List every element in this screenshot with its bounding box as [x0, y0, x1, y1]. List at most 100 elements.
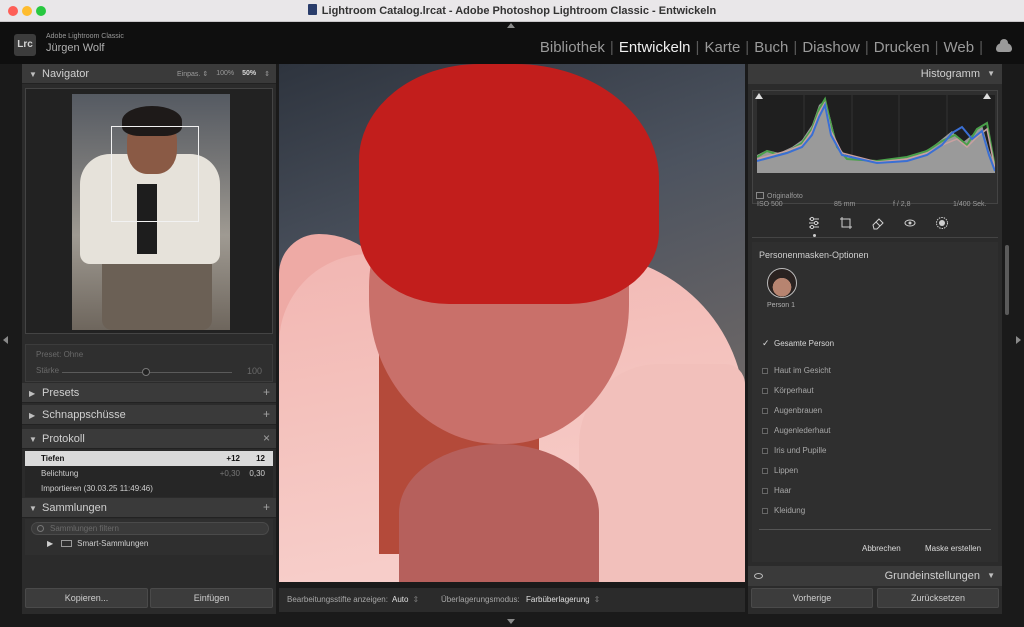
copy-button[interactable]: Kopieren...	[25, 588, 148, 608]
eye-icon[interactable]	[754, 573, 763, 579]
checkbox[interactable]	[762, 448, 768, 454]
active-tool-indicator-icon	[813, 234, 816, 237]
checkbox[interactable]	[762, 508, 768, 514]
document-icon	[307, 4, 317, 15]
triangle-down-icon: ▼	[987, 69, 995, 78]
module-bibliothek[interactable]: Bibliothek	[538, 39, 607, 56]
thumb-pants	[102, 254, 212, 330]
checkbox[interactable]	[762, 368, 768, 374]
original-photo-toggle[interactable]: Originalfoto	[756, 192, 803, 200]
module-drucken[interactable]: Drucken	[872, 39, 932, 56]
mask-divider	[759, 529, 991, 530]
basic-settings-header[interactable]: Grundeinstellungen ▼	[748, 566, 1002, 586]
module-web[interactable]: Web	[942, 39, 977, 56]
mask-option-eyebrows[interactable]: Augenbrauen	[762, 406, 822, 415]
mask-option-sclera[interactable]: Augenlederhaut	[762, 426, 831, 435]
module-karte[interactable]: Karte	[702, 39, 742, 56]
mask-option-body-skin[interactable]: Körperhaut	[762, 386, 814, 395]
histogram-header[interactable]: Histogramm ▼	[748, 64, 1002, 84]
updown-icon: ⇕	[593, 595, 601, 604]
window-title-wrap: Lightroom Catalog.lrcat - Adobe Photosho…	[0, 4, 1024, 17]
previous-button[interactable]: Vorherige	[751, 588, 873, 608]
bottom-panel-toggle-icon[interactable]	[507, 619, 515, 624]
module-separator: |	[609, 39, 614, 56]
add-preset-icon[interactable]: +	[263, 385, 270, 399]
add-collection-icon[interactable]: +	[263, 500, 270, 514]
add-snapshot-icon[interactable]: +	[263, 407, 270, 421]
checkbox[interactable]	[762, 468, 768, 474]
create-mask-button[interactable]: Maske erstellen	[925, 544, 981, 553]
right-panel-scrollbar[interactable]	[1005, 245, 1009, 315]
main-image-canvas[interactable]	[279, 64, 745, 582]
strength-slider-knob[interactable]	[142, 368, 150, 376]
develop-toolbar: Bearbeitungsstifte anzeigen: Auto ⇕ Überl…	[279, 588, 745, 612]
history-item-name: Belichtung	[41, 469, 79, 478]
navigator-header[interactable]: ▼ Navigator Einpas. ⇕ 100% 50% ⇕	[22, 64, 276, 84]
top-panel-toggle-icon[interactable]	[507, 23, 515, 28]
history-item-value: 0,30	[249, 469, 265, 478]
history-item[interactable]: Tiefen +12 12	[25, 451, 273, 466]
whole-person-option[interactable]: ✓ Gesamte Person	[762, 338, 834, 349]
original-photo-checkbox[interactable]	[756, 192, 764, 199]
module-entwickeln[interactable]: Entwickeln	[617, 39, 693, 56]
navigator-thumbnail[interactable]	[72, 94, 230, 330]
checkmark-icon: ✓	[762, 338, 770, 348]
navigator-view-rectangle[interactable]	[111, 126, 199, 222]
history-item[interactable]: Importieren (30.03.25 11:49:46)	[25, 481, 273, 496]
left-panel-toggle-icon[interactable]	[3, 336, 8, 344]
cloud-sync-icon[interactable]	[996, 39, 1012, 52]
navigator-preview[interactable]	[25, 88, 273, 334]
module-buch[interactable]: Buch	[752, 39, 790, 56]
snapshots-header[interactable]: ▶ Schnappschüsse +	[22, 405, 276, 425]
overlay-mode-select[interactable]: Farbüberlagerung ⇕	[526, 595, 600, 604]
history-header[interactable]: ▼ Protokoll ×	[22, 429, 276, 449]
strength-label: Stärke	[36, 366, 60, 375]
clear-history-icon[interactable]: ×	[263, 431, 270, 445]
window-titlebar: Lightroom Catalog.lrcat - Adobe Photosho…	[0, 0, 1024, 22]
mask-option-label: Kleidung	[774, 506, 806, 515]
smart-collections-row[interactable]: ▶ Smart-Sammlungen	[47, 539, 148, 548]
presets-header[interactable]: ▶ Presets +	[22, 383, 276, 403]
mask-option-face-skin[interactable]: Haut im Gesicht	[762, 366, 831, 375]
checkbox[interactable]	[762, 408, 768, 414]
person-avatar[interactable]	[767, 268, 797, 298]
histogram-focal-length: 85 mm	[834, 201, 856, 208]
zoom-fit-option[interactable]: Einpas. ⇕	[177, 70, 208, 78]
strength-value[interactable]: 100	[247, 366, 262, 376]
masking-icon[interactable]	[935, 216, 949, 230]
mask-option-label: Iris und Pupille	[774, 446, 827, 455]
checkbox[interactable]	[762, 428, 768, 434]
shadow-clipping-icon[interactable]	[755, 93, 763, 99]
mask-option-clothing[interactable]: Kleidung	[762, 506, 805, 515]
histogram-graph	[757, 95, 995, 173]
histogram-title: Histogramm	[920, 68, 980, 80]
pins-label: Bearbeitungsstifte anzeigen:	[287, 595, 388, 604]
zoom-more-option[interactable]: ⇕	[264, 70, 270, 78]
right-panel-toggle-icon[interactable]	[1016, 336, 1021, 344]
sliders-icon[interactable]	[807, 216, 821, 230]
crop-icon[interactable]	[839, 216, 853, 230]
zoom-50-option[interactable]: 50%	[242, 70, 256, 78]
histogram[interactable]: ISO 500 85 mm f / 2,8 1/400 Sek.	[752, 90, 998, 208]
reset-button[interactable]: Zurücksetzen	[877, 588, 999, 608]
module-diashow[interactable]: Diashow	[800, 39, 862, 56]
collections-header[interactable]: ▼ Sammlungen +	[22, 498, 276, 518]
collections-search-input[interactable]: Sammlungen filtern	[31, 522, 269, 535]
zoom-100-option[interactable]: 100%	[216, 70, 234, 78]
mask-option-lips[interactable]: Lippen	[762, 466, 798, 475]
redeye-icon[interactable]	[903, 216, 917, 230]
highlight-clipping-icon[interactable]	[983, 93, 991, 99]
pins-select-value: Auto	[392, 595, 409, 604]
checkbox[interactable]	[762, 388, 768, 394]
mask-option-hair[interactable]: Haar	[762, 486, 791, 495]
pins-select[interactable]: Auto ⇕	[392, 595, 419, 604]
paste-button[interactable]: Einfügen	[150, 588, 273, 608]
navigator-title: Navigator	[42, 68, 90, 80]
mask-option-iris[interactable]: Iris und Pupille	[762, 446, 826, 455]
eraser-icon[interactable]	[871, 216, 885, 230]
smart-collections-label: Smart-Sammlungen	[77, 539, 149, 548]
checkbox[interactable]	[762, 488, 768, 494]
history-item[interactable]: Belichtung +0,30 0,30	[25, 466, 273, 481]
history-item-delta: +0,30	[219, 469, 240, 478]
cancel-mask-button[interactable]: Abbrechen	[862, 544, 901, 553]
